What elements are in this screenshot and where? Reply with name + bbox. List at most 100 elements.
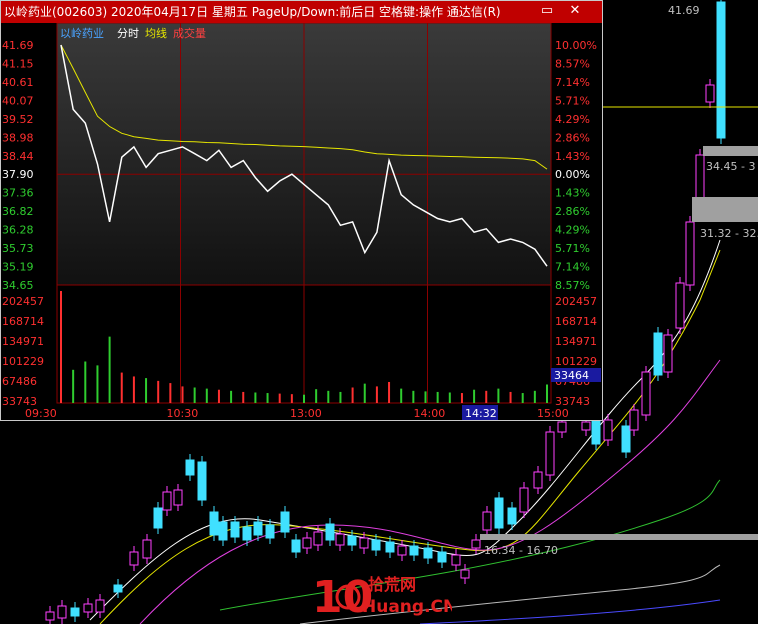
close-icon[interactable]: ✕ [567, 3, 583, 19]
candle-body [291, 539, 301, 553]
volume-axis-label: 168714 [2, 315, 44, 328]
current-volume-label: 33464 [554, 369, 589, 382]
time-axis-label: 13:00 [290, 407, 322, 420]
zone-bar [703, 146, 758, 156]
candle-body [242, 526, 252, 541]
candle-body [591, 417, 601, 445]
time-axis-label: 10:30 [167, 407, 199, 420]
candle-body [705, 84, 715, 103]
candle-body [230, 521, 240, 538]
candle-body [173, 489, 183, 506]
candle-body [545, 431, 555, 476]
candle-body [409, 545, 419, 556]
candle-body [325, 523, 335, 541]
candle-body [460, 569, 470, 579]
candle-body [359, 537, 369, 549]
time-axis-label: 15:00 [537, 407, 569, 420]
pct-axis-label: 7.14% [555, 261, 590, 274]
pct-axis-label: 2.86% [555, 205, 590, 218]
zone-bar [480, 534, 758, 540]
minimize-icon[interactable]: ▭ [539, 3, 555, 19]
watermark-cn: 拾荒网 [368, 575, 416, 594]
candle-body [347, 535, 357, 546]
candle-body [142, 539, 152, 559]
candle-body [519, 487, 529, 513]
candle-body [280, 511, 290, 533]
volume-axis-label: 101229 [2, 355, 44, 368]
candle-body [423, 547, 433, 559]
candle-body [45, 611, 55, 621]
candle-body [197, 461, 207, 501]
ma-blue [419, 599, 721, 624]
candle-body [482, 511, 492, 531]
price-axis-label: 41.69 [2, 39, 34, 52]
kline-top-price: 41.69 [668, 4, 700, 17]
candle-body [494, 497, 504, 529]
volume-axis-label-right: 134971 [555, 335, 597, 348]
pct-axis-label: 5.71% [555, 94, 590, 107]
candle-body [603, 419, 613, 441]
volume-axis-label-right: 202457 [555, 295, 597, 308]
candle-body [70, 607, 80, 617]
candle-body [533, 471, 543, 489]
candle-body [451, 554, 461, 566]
price-axis-label: 40.61 [2, 76, 34, 89]
candle-body [335, 533, 345, 546]
candle-body [663, 334, 673, 373]
legend-stock: 以岭药业 [60, 26, 104, 40]
candle-body [653, 332, 663, 376]
price-axis-label: 36.82 [2, 205, 34, 218]
candle-body [253, 521, 263, 536]
legend-volume: 成交量 [173, 26, 206, 40]
candle-body [185, 459, 195, 476]
candle-body [695, 154, 705, 199]
legend-avg-line: 均线 [145, 26, 167, 40]
candle-body [302, 537, 312, 549]
candle-body [57, 605, 67, 619]
time-axis-label: 09:30 [25, 407, 57, 420]
cursor-time-label: 14:32 [465, 407, 497, 420]
pct-axis-label: 7.14% [555, 76, 590, 89]
price-axis-label: 35.73 [2, 242, 34, 255]
popup-title-bar[interactable]: 以岭药业(002603) 2020年04月17日 星期五 PageUp/Down… [1, 1, 602, 23]
candle-body [641, 371, 651, 416]
volume-axis-label: 202457 [2, 295, 44, 308]
candle-body [218, 521, 228, 541]
kline-label-c: 16.34 - 16.70 [484, 544, 558, 557]
candle-body [471, 539, 481, 549]
candle-body [95, 599, 105, 613]
pct-axis-label: 10.00% [555, 39, 597, 52]
pct-axis-label: 2.86% [555, 131, 590, 144]
pct-axis-label: 8.57% [555, 57, 590, 70]
candle-body [716, 1, 726, 139]
candle-body [209, 511, 219, 536]
price-axis-label: 37.36 [2, 187, 34, 200]
price-axis-label: 41.15 [2, 57, 34, 70]
candle-body [162, 491, 172, 511]
candle-body [83, 603, 93, 613]
candle-body [113, 584, 123, 593]
chart-legend: 以岭药业 分时 均线 成交量 [60, 26, 206, 40]
watermark-url: Huang.CN [362, 597, 452, 617]
candle-body [675, 282, 685, 329]
price-axis-label: 35.19 [2, 261, 34, 274]
kline-label-b: 31.32 - 32.5 [700, 227, 758, 240]
intraday-popup-window[interactable]: 以岭药业(002603) 2020年04月17日 星期五 PageUp/Down… [0, 0, 603, 421]
watermark-logo: 10 拾荒网 Huang.CN [312, 570, 457, 624]
pct-axis-label: 1.43% [555, 187, 590, 200]
candle-body [621, 425, 631, 453]
candle-body [265, 524, 275, 539]
candle-body [313, 531, 323, 546]
candle-body [397, 545, 407, 556]
candle-body [685, 221, 695, 286]
popup-title: 以岭药业(002603) 2020年04月17日 星期五 PageUp/Down… [4, 5, 501, 19]
candle-body [371, 539, 381, 551]
candle-body [507, 507, 517, 525]
price-axis-label: 40.07 [2, 94, 34, 107]
candle-body [129, 551, 139, 566]
pct-axis-label: 0.00% [555, 168, 590, 181]
candle-body [557, 421, 567, 433]
candle-body [437, 551, 447, 563]
candle-body [385, 541, 395, 553]
pct-axis-label: 4.29% [555, 113, 590, 126]
